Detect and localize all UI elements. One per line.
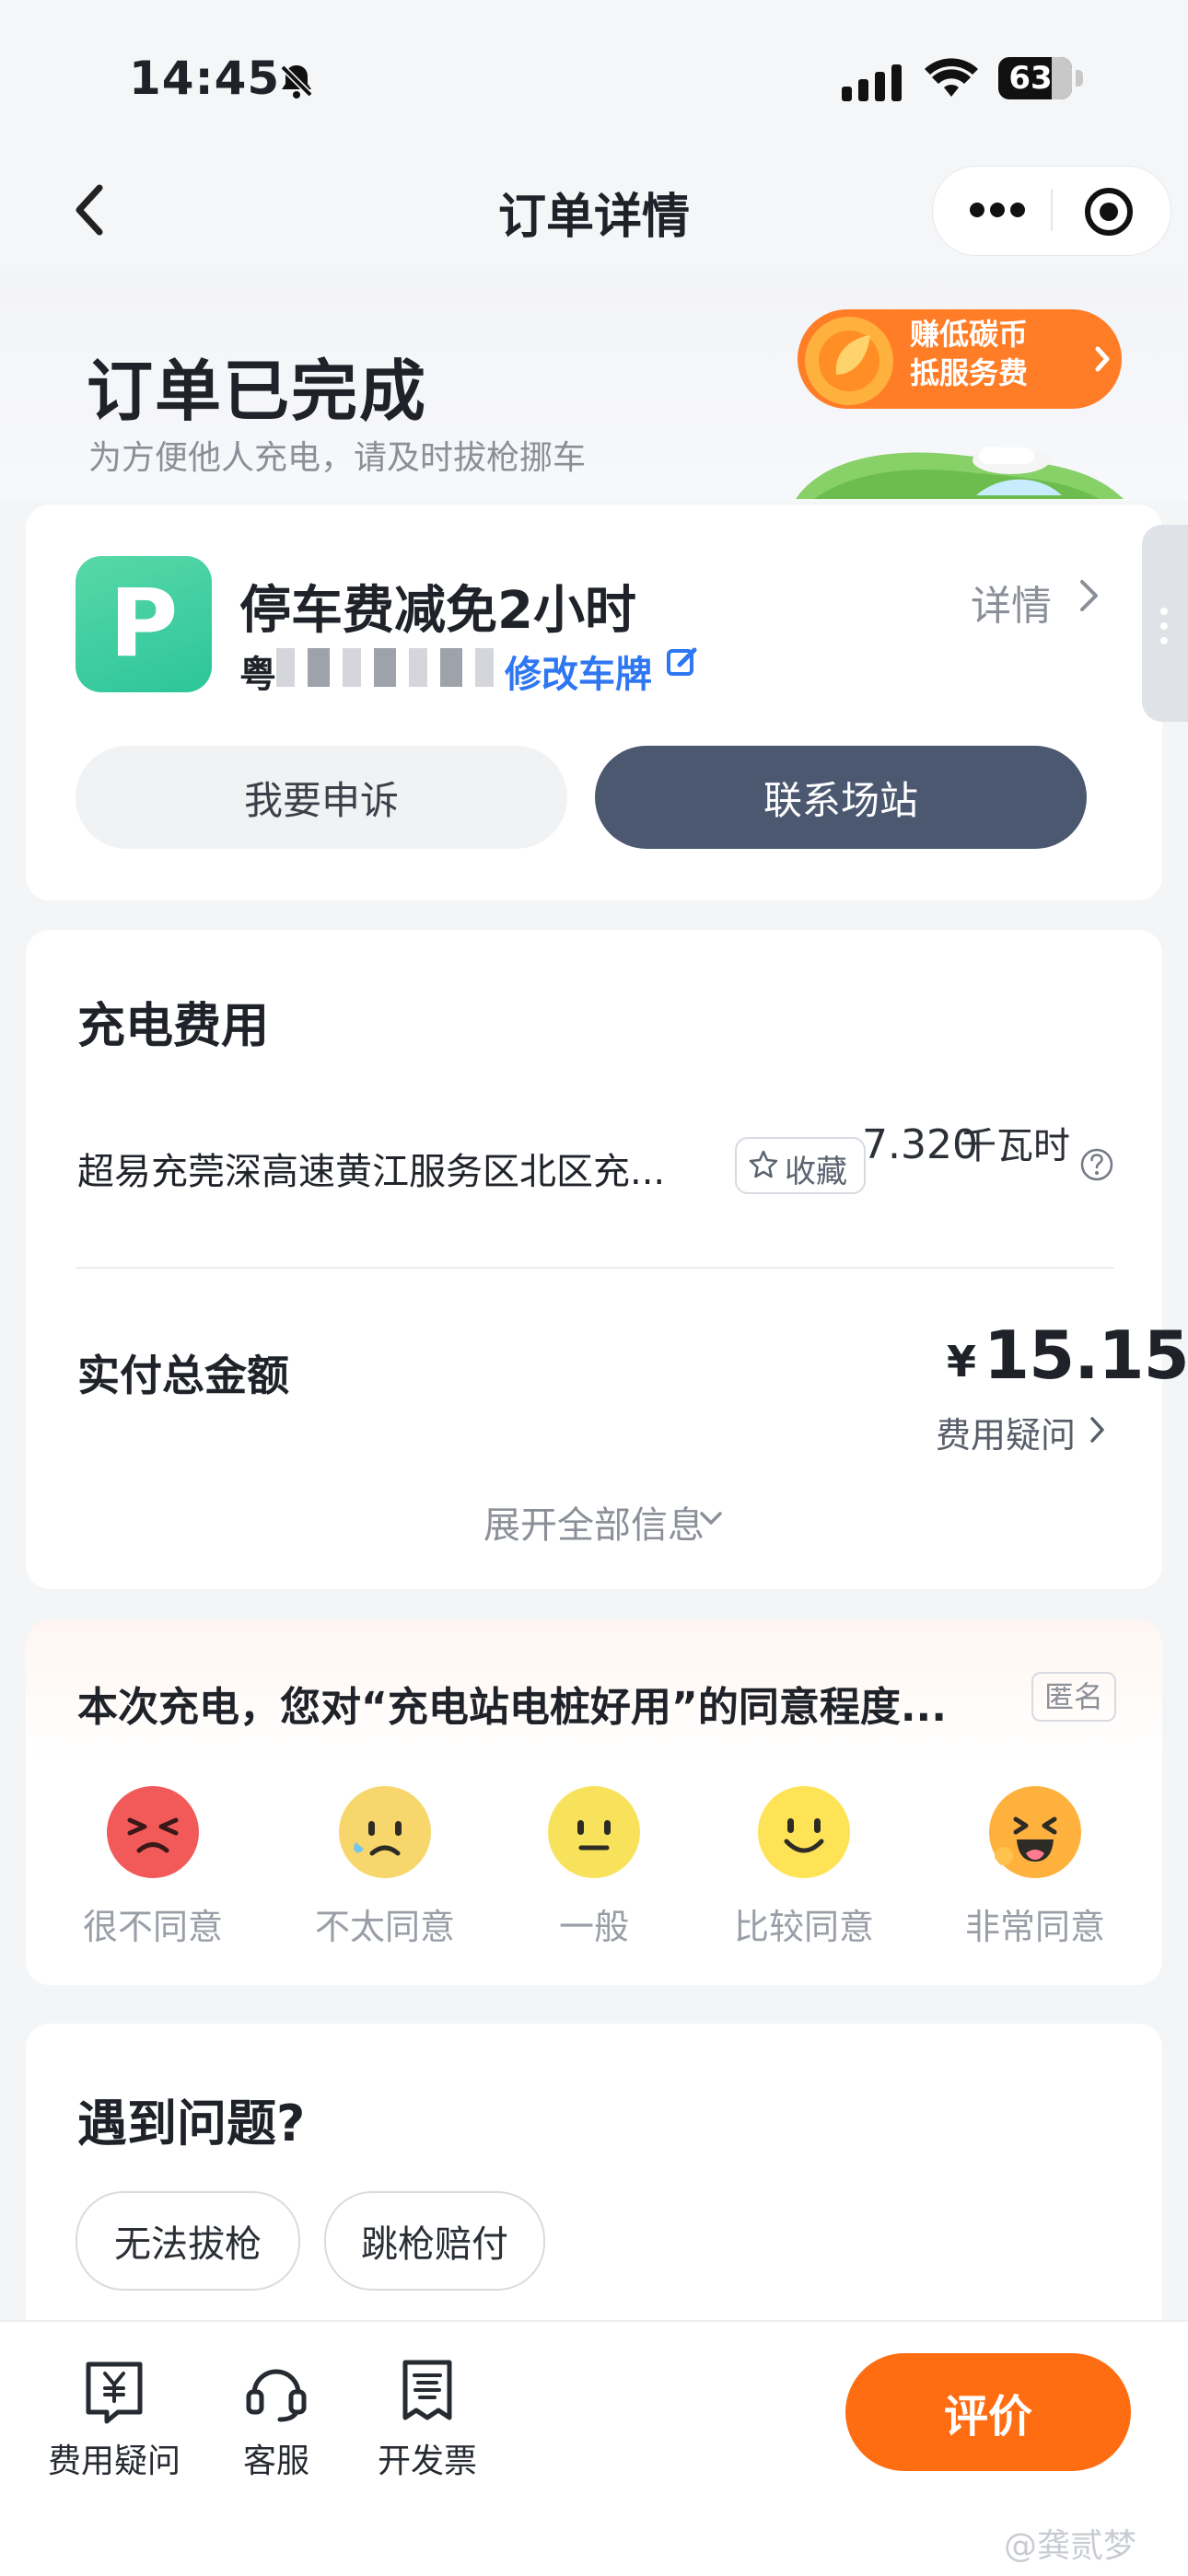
promo-line-1: 赚低碳币 — [910, 317, 1029, 352]
wifi-icon — [925, 58, 978, 97]
status-time: 14:45 — [129, 52, 281, 105]
smile-face-icon — [758, 1786, 850, 1878]
parking-logo: P — [76, 556, 212, 692]
vertical-dots-icon[interactable] — [1159, 604, 1170, 648]
parking-discount-title: 停车费减免2小时 — [239, 581, 636, 641]
battery-indicator: 63 — [998, 57, 1083, 99]
more-options-icon[interactable] — [960, 186, 1035, 234]
favorite-label: 收藏 — [785, 1154, 847, 1190]
rating-very-disagree[interactable] — [105, 1784, 201, 1884]
neutral-face-icon — [548, 1786, 640, 1878]
invoice-tab-label: 开发票 — [377, 2443, 477, 2480]
battery-level: 63 — [1008, 60, 1053, 97]
parking-details-link[interactable]: 详情 — [971, 573, 1052, 632]
expand-all-label: 展开全部信息 — [483, 1504, 705, 1547]
survey-question: 本次充电，您对“充电站电桩好用”的同意程度... — [77, 1684, 947, 1731]
customer-service-tab[interactable] — [241, 2357, 311, 2431]
order-status-title: 订单已完成 — [87, 353, 428, 430]
rating-label: 很不同意 — [82, 1907, 223, 1947]
promo-text: 赚低碳币 抵服务费 — [910, 315, 1112, 392]
favorite-button[interactable]: 收藏 — [735, 1137, 866, 1194]
promo-line-2: 抵服务费 — [910, 355, 1029, 390]
problem-title: 遇到问题? — [77, 2094, 306, 2152]
chevron-right-icon[interactable] — [1087, 1414, 1107, 1445]
rating-disagree[interactable] — [337, 1766, 433, 1884]
currency-symbol: ¥ — [947, 1337, 977, 1387]
total-amount-label: 实付总金额 — [77, 1351, 289, 1400]
rating-label: 不太同意 — [314, 1907, 455, 1947]
invoice-tab[interactable] — [392, 2357, 462, 2431]
chevron-down-icon[interactable] — [698, 1506, 724, 1532]
close-miniapp-icon[interactable] — [1083, 186, 1135, 238]
help-question-icon[interactable] — [1079, 1147, 1114, 1182]
edit-icon[interactable] — [663, 643, 702, 681]
total-amount-value: 15.15 — [984, 1317, 1188, 1394]
order-status-subtitle: 为方便他人充电，请及时拔枪挪车 — [88, 439, 587, 477]
fee-question-tab-label: 费用疑问 — [47, 2443, 181, 2480]
rate-button[interactable]: 评价 — [845, 2353, 1131, 2471]
laughing-face-icon — [989, 1786, 1081, 1878]
headset-icon — [246, 2369, 307, 2422]
fee-question-tab[interactable] — [79, 2357, 149, 2431]
rating-strongly-agree[interactable] — [987, 1784, 1083, 1884]
anonymous-badge: 匿名 — [1031, 1672, 1116, 1722]
expand-all-link[interactable]: 展开全部信息 — [0, 1495, 1188, 1549]
cellular-signal-icon — [842, 64, 902, 101]
rating-label: 非常同意 — [964, 1907, 1105, 1947]
license-plate-prefix: 粤 — [239, 654, 276, 696]
star-icon — [749, 1150, 778, 1178]
fee-question-link[interactable]: 费用疑问 — [936, 1407, 1076, 1457]
chevron-right-icon[interactable] — [1076, 576, 1101, 615]
receipt-yuan-icon — [86, 2361, 143, 2424]
charging-fee-title: 充电费用 — [77, 999, 270, 1054]
station-name: 超易充莞深高速黄江服务区北区充... — [77, 1151, 666, 1193]
cannot-unplug-chip[interactable]: 无法拔枪 — [76, 2191, 300, 2291]
appeal-button[interactable]: 我要申诉 — [76, 746, 567, 849]
mute-bell-icon — [279, 64, 314, 99]
energy-unit: 千瓦时 — [960, 1125, 1070, 1167]
edit-plate-link[interactable]: 修改车牌 — [505, 644, 652, 698]
invoice-icon — [402, 2360, 452, 2420]
sad-face-icon — [337, 1766, 433, 1878]
plate-mask — [276, 648, 507, 687]
watermark: @龚贰梦 — [1004, 2527, 1137, 2565]
rating-neutral[interactable] — [546, 1784, 642, 1884]
customer-service-tab-label: 客服 — [242, 2443, 309, 2480]
rating-label: 比较同意 — [733, 1907, 874, 1947]
capsule-divider — [1051, 189, 1053, 231]
fee-divider — [76, 1267, 1114, 1269]
rating-label: 一般 — [558, 1907, 629, 1947]
angry-face-icon — [107, 1786, 199, 1878]
rating-agree[interactable] — [756, 1784, 852, 1884]
charging-interruption-compensation-chip[interactable]: 跳枪赔付 — [324, 2191, 545, 2291]
contact-station-button[interactable]: 联系场站 — [595, 746, 1087, 849]
